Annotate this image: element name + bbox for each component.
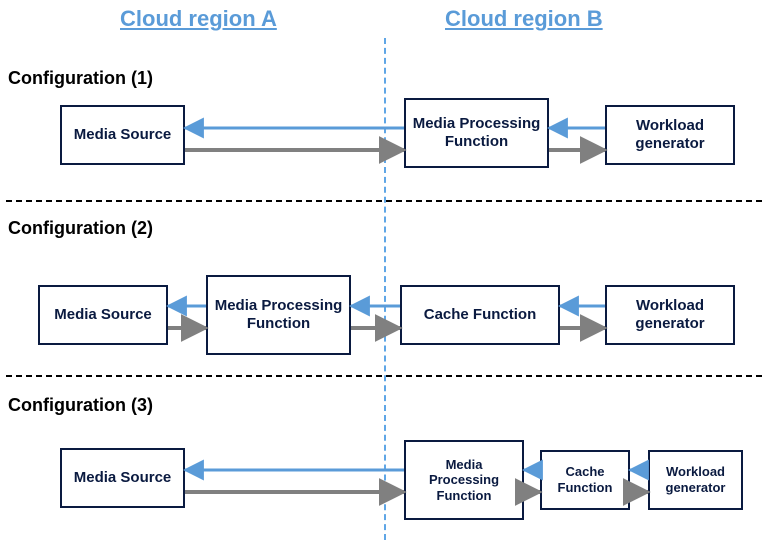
c1-media-source: Media Source	[60, 105, 185, 165]
c1-media-processing: Media Processing Function	[404, 98, 549, 168]
c2-media-source: Media Source	[38, 285, 168, 345]
config-3-label: Configuration (3)	[8, 395, 153, 416]
c1-workload-generator: Workload generator	[605, 105, 735, 165]
c3-media-processing: Media Processing Function	[404, 440, 524, 520]
region-header-b: Cloud region B	[445, 6, 603, 32]
section-divider-2	[6, 375, 762, 377]
c3-media-source: Media Source	[60, 448, 185, 508]
c3-cache-function: Cache Function	[540, 450, 630, 510]
region-header-a: Cloud region A	[120, 6, 277, 32]
c2-media-processing: Media Processing Function	[206, 275, 351, 355]
c2-workload-generator: Workload generator	[605, 285, 735, 345]
config-1-label: Configuration (1)	[8, 68, 153, 89]
c2-cache-function: Cache Function	[400, 285, 560, 345]
region-divider	[384, 38, 386, 540]
config-2-label: Configuration (2)	[8, 218, 153, 239]
section-divider-1	[6, 200, 762, 202]
c3-workload-generator: Workload generator	[648, 450, 743, 510]
